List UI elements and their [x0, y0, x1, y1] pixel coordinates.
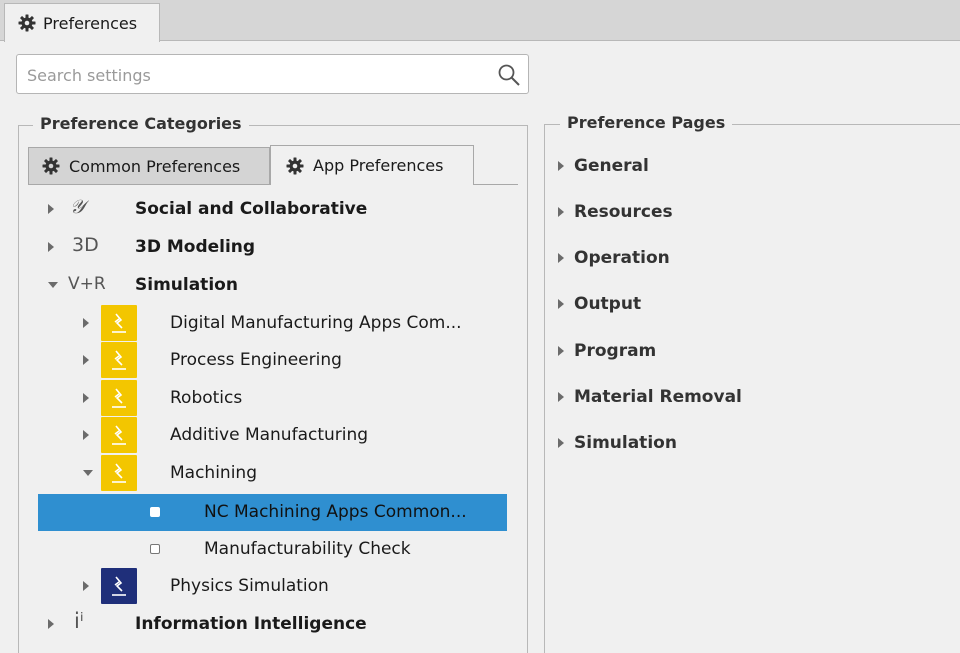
- app-tile-icon: [101, 455, 137, 491]
- gear-icon: [286, 157, 304, 174]
- tab-common-preferences-label: Common Preferences: [69, 156, 241, 176]
- search-box[interactable]: [16, 54, 529, 94]
- expand-arrow-icon[interactable]: [558, 438, 564, 448]
- expand-arrow-icon[interactable]: [558, 299, 564, 309]
- page-item-general[interactable]: General: [558, 154, 649, 178]
- tree-item-digital-manufacturing[interactable]: Digital Manufacturing Apps Com...: [38, 305, 507, 342]
- page-item-label: Resources: [574, 202, 673, 222]
- tab-app-preferences-label: App Preferences: [313, 156, 444, 175]
- page-item-material-removal[interactable]: Material Removal: [558, 385, 742, 409]
- expand-arrow-icon[interactable]: [48, 204, 54, 214]
- page-item-output[interactable]: Output: [558, 292, 641, 316]
- preference-pages-title: Preference Pages: [560, 113, 733, 132]
- preferences-window-tab[interactable]: Preferences: [4, 3, 160, 42]
- expand-arrow-icon[interactable]: [83, 318, 89, 328]
- tree-item-label: Process Engineering: [170, 350, 342, 370]
- tree-item-label: Robotics: [170, 388, 243, 408]
- tree-item-3d-modeling[interactable]: 3D 3D Modeling: [38, 229, 507, 266]
- tree-item-additive-manufacturing[interactable]: Additive Manufacturing: [38, 417, 507, 454]
- page-item-label: Program: [574, 341, 657, 361]
- page-item-resources[interactable]: Resources: [558, 200, 673, 224]
- leaf-icon: [150, 507, 160, 517]
- active-tab-gap: [271, 183, 473, 186]
- social-collaborative-icon: 𝒴: [70, 196, 85, 218]
- 3d-modeling-icon: 3D: [72, 234, 99, 256]
- tree-item-information-intelligence[interactable]: iⁱ Information Intelligence: [38, 606, 507, 643]
- expand-arrow-icon[interactable]: [48, 619, 54, 629]
- tree-item-process-engineering[interactable]: Process Engineering: [38, 342, 507, 379]
- expand-arrow-icon[interactable]: [83, 430, 89, 440]
- search-input[interactable]: [27, 63, 487, 87]
- gear-icon: [18, 14, 36, 32]
- gear-icon: [42, 157, 60, 175]
- simulation-icon: V+R: [68, 274, 106, 294]
- app-tile-icon: [101, 380, 137, 416]
- expand-arrow-icon[interactable]: [48, 242, 54, 252]
- search-icon[interactable]: [496, 62, 522, 88]
- tab-app-preferences[interactable]: App Preferences: [270, 145, 474, 185]
- app-tile-icon: [101, 305, 137, 341]
- window-tab-title: Preferences: [43, 13, 138, 33]
- app-tile-icon: [101, 342, 137, 378]
- expand-arrow-icon[interactable]: [558, 392, 564, 402]
- information-intelligence-icon: iⁱ: [74, 609, 84, 633]
- leaf-icon: [150, 544, 160, 554]
- expand-arrow-icon[interactable]: [558, 253, 564, 263]
- expand-arrow-icon[interactable]: [83, 355, 89, 365]
- window-tab-bar: Preferences: [0, 0, 960, 42]
- expand-arrow-icon[interactable]: [83, 393, 89, 403]
- page-item-label: Output: [574, 294, 642, 314]
- app-tile-icon: [101, 417, 137, 453]
- tree-item-label: Physics Simulation: [170, 576, 329, 596]
- expand-arrow-icon[interactable]: [558, 346, 564, 356]
- expand-arrow-icon[interactable]: [83, 581, 89, 591]
- tree-item-manufacturability-check[interactable]: Manufacturability Check: [38, 531, 507, 568]
- page-item-simulation[interactable]: Simulation: [558, 431, 677, 455]
- tree-item-robotics[interactable]: Robotics: [38, 380, 507, 417]
- tree-item-label: Simulation: [135, 275, 238, 295]
- tree-item-machining[interactable]: Machining: [38, 455, 507, 492]
- collapse-arrow-icon[interactable]: [83, 470, 93, 476]
- tree-item-label: Digital Manufacturing Apps Com...: [170, 313, 462, 333]
- expand-arrow-icon[interactable]: [558, 207, 564, 217]
- tree-item-label: NC Machining Apps Common...: [204, 502, 467, 522]
- expand-arrow-icon[interactable]: [558, 161, 564, 171]
- tree-item-nc-machining-apps-common[interactable]: NC Machining Apps Common...: [38, 494, 507, 531]
- page-item-label: Simulation: [574, 433, 677, 453]
- collapse-arrow-icon[interactable]: [48, 282, 58, 288]
- tree-item-label: Social and Collaborative: [135, 199, 368, 219]
- page-item-program[interactable]: Program: [558, 339, 656, 363]
- app-tile-dark-icon: [101, 568, 137, 604]
- tree-item-label: Additive Manufacturing: [170, 425, 369, 445]
- tree-item-simulation[interactable]: V+R Simulation: [38, 267, 507, 304]
- tree-item-social-and-collaborative[interactable]: 𝒴 Social and Collaborative: [38, 191, 507, 228]
- tree-item-label: Information Intelligence: [135, 614, 367, 634]
- page-item-label: Material Removal: [574, 387, 742, 407]
- page-item-label: Operation: [574, 248, 670, 268]
- tree-item-label: Machining: [170, 463, 257, 483]
- page-item-operation[interactable]: Operation: [558, 246, 670, 270]
- preference-categories-title: Preference Categories: [33, 114, 249, 133]
- tree-item-label: 3D Modeling: [135, 237, 256, 257]
- page-item-label: General: [574, 156, 649, 176]
- tree-item-label: Manufacturability Check: [204, 539, 411, 559]
- tree-item-physics-simulation[interactable]: Physics Simulation: [38, 568, 507, 605]
- tab-common-preferences[interactable]: Common Preferences: [28, 147, 270, 185]
